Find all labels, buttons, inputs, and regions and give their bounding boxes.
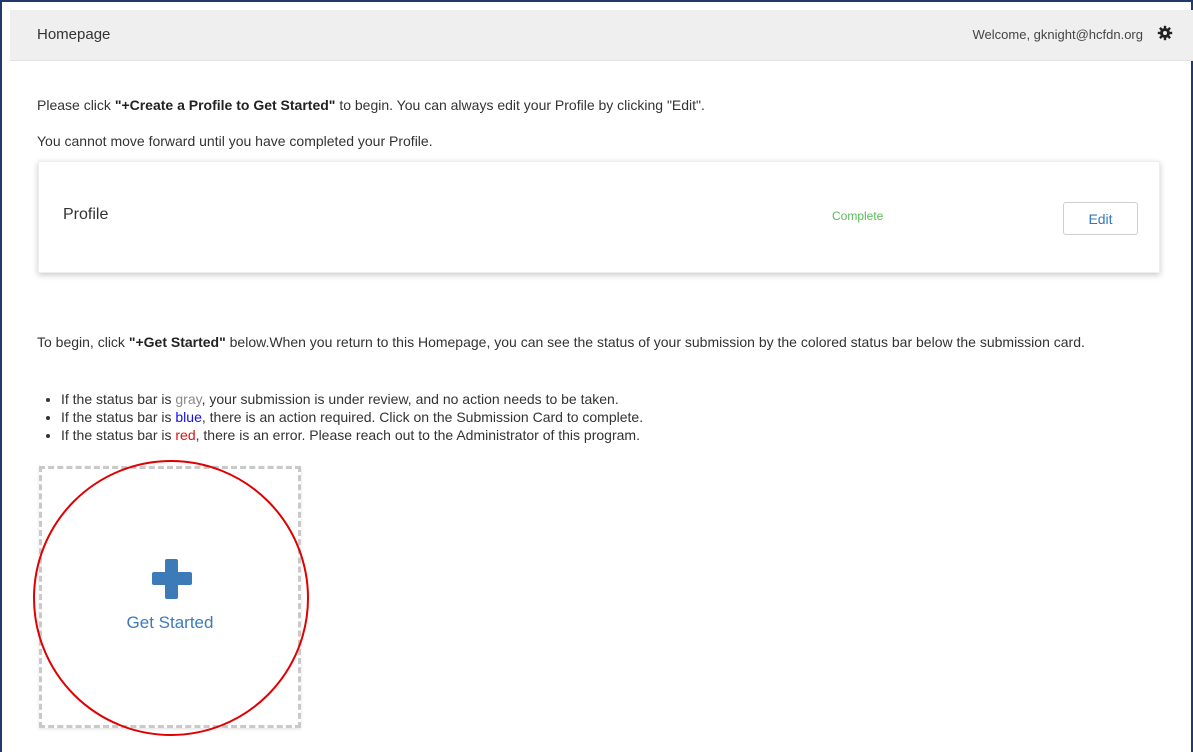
status-legend-list: If the status bar is gray, your submissi… [37,390,643,444]
list-item-gray: If the status bar is gray, your submissi… [61,390,643,408]
gray-keyword: gray [175,391,202,407]
top-bar: Homepage Welcome, gknight@hcfdn.org [10,10,1193,61]
get-started-label: Get Started [126,613,214,632]
gear-icon[interactable] [1157,25,1173,41]
page-title: Homepage [37,26,111,43]
profile-status-badge: Complete [832,209,884,223]
list-item-blue: If the status bar is blue, there is an a… [61,408,643,426]
edit-profile-button[interactable]: Edit [1063,202,1138,235]
instructions-text: To begin, click "+Get Started" below.Whe… [37,334,1085,350]
welcome-text: Welcome, gknight@hcfdn.org [972,27,1144,42]
intro-line-1: Please click "+Create a Profile to Get S… [37,97,705,113]
blue-keyword: blue [175,409,202,425]
get-started-emphasis: "+Get Started" [128,334,226,350]
profile-card: Profile Complete Edit [38,161,1160,273]
list-item-red: If the status bar is red, there is an er… [61,426,643,444]
intro-line-2: You cannot move forward until you have c… [37,133,433,149]
get-started-card[interactable]: Get Started [39,466,301,728]
profile-label: Profile [63,206,109,223]
red-keyword: red [175,427,196,443]
create-profile-emphasis: "+Create a Profile to Get Started" [114,97,336,113]
plus-icon [152,559,192,599]
